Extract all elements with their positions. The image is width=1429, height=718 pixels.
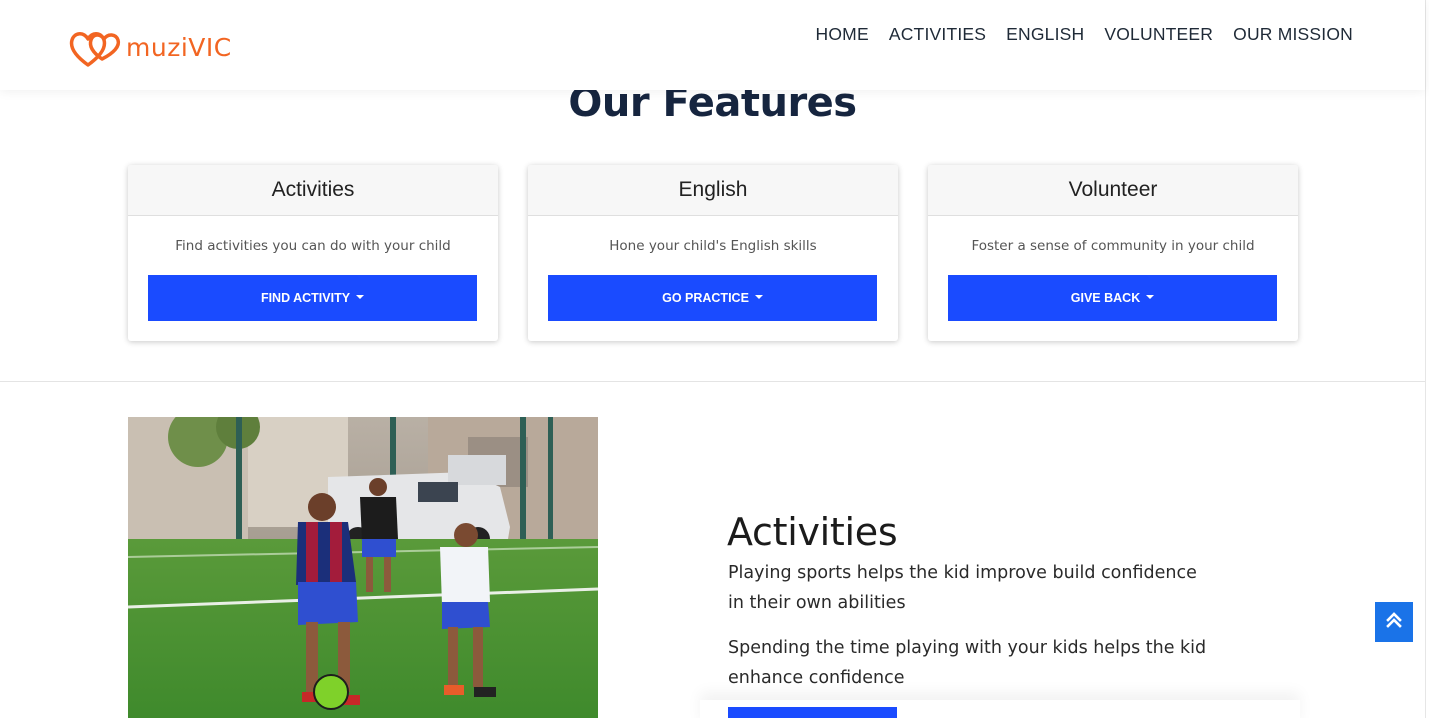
activities-paragraph: Playing sports helps the kid improve bui… [728,563,1197,613]
site-header: muziVIC HOME ACTIVITIES ENGLISH VOLUNTEE… [0,0,1425,90]
scrollbar-edge [1425,0,1426,718]
nav-item-home[interactable]: HOME [816,24,869,45]
kids-soccer-photo [128,417,598,718]
caret-down-icon [356,294,365,299]
give-back-button[interactable]: GIVE BACK [948,275,1277,321]
nav-item-volunteer[interactable]: VOLUNTEER [1104,24,1213,45]
go-practice-button[interactable]: GO PRACTICE [548,275,877,321]
button-label: GIVE BACK [1070,291,1141,305]
activities-paragraph: Spending the time playing with your kids… [728,638,1207,688]
button-label: FIND ACTIVITY [260,291,351,305]
feature-card-volunteer: Volunteer Foster a sense of community in… [928,165,1298,341]
logo[interactable]: muziVIC [68,26,232,70]
card-text: Hone your child's English skills [609,238,817,254]
main-nav: HOME ACTIVITIES ENGLISH VOLUNTEER OUR MI… [816,24,1353,45]
card-text: Find activities you can do with your chi… [175,238,451,254]
button-label: GO PRACTICE [662,291,749,305]
scroll-to-top-button[interactable] [1375,602,1413,642]
nav-item-english[interactable]: ENGLISH [1006,24,1084,45]
feature-card-english: English Hone your child's English skills… [528,165,898,341]
activities-cta-button[interactable] [728,707,897,718]
find-activity-button[interactable]: FIND ACTIVITY [148,275,477,321]
card-title: Volunteer [928,165,1298,216]
nav-item-our-mission[interactable]: OUR MISSION [1233,24,1353,45]
nav-item-activities[interactable]: ACTIVITIES [889,24,986,45]
caret-down-icon [754,294,763,299]
caret-down-icon [1146,294,1155,299]
double-chevron-up-icon [1386,611,1402,633]
section-divider [0,381,1425,382]
card-text: Foster a sense of community in your chil… [971,238,1255,254]
page: muziVIC HOME ACTIVITIES ENGLISH VOLUNTEE… [0,0,1429,718]
feature-card-activities: Activities Find activities you can do wi… [128,165,498,341]
card-title: Activities [128,165,498,216]
activities-heading: Activities [727,510,898,554]
card-title: English [528,165,898,216]
brand-name: muziVIC [126,32,232,62]
double-heart-icon [68,27,122,69]
